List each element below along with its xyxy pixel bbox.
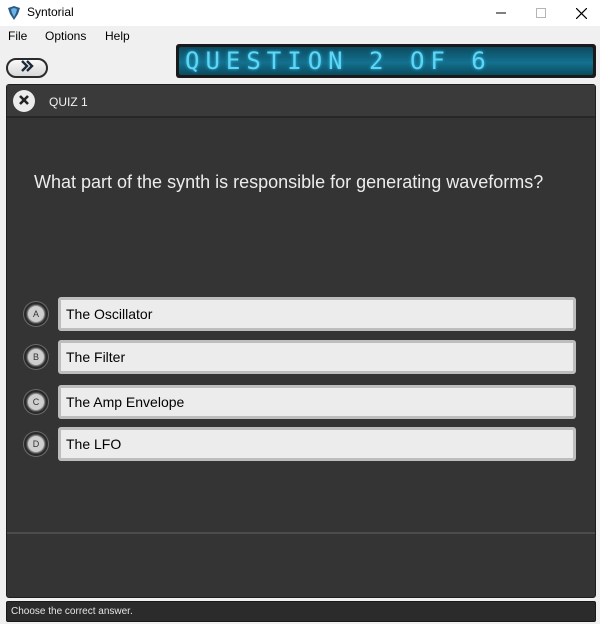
answer-option-a[interactable]: A The Oscillator xyxy=(24,297,580,333)
question-counter-display: QUESTION 2 OF 6 xyxy=(176,44,596,78)
double-chevron-right-icon xyxy=(19,59,35,77)
answer-option-b[interactable]: B The Filter xyxy=(24,340,580,376)
option-letter-badge[interactable]: C xyxy=(24,390,48,414)
close-quiz-button[interactable] xyxy=(13,90,35,112)
quiz-header: QUIZ 1 xyxy=(7,85,595,118)
answer-button-b[interactable]: The Filter xyxy=(58,340,576,374)
question-text: What part of the synth is responsible fo… xyxy=(34,172,544,192)
quiz-title: QUIZ 1 xyxy=(49,95,88,109)
menu-bar: File Options Help xyxy=(0,26,600,46)
title-bar: Syntorial xyxy=(0,0,600,26)
option-letter-badge[interactable]: B xyxy=(24,345,48,369)
answer-button-a[interactable]: The Oscillator xyxy=(58,297,576,331)
quiz-panel: QUIZ 1 What part of the synth is respons… xyxy=(6,84,596,598)
answer-option-c[interactable]: C The Amp Envelope xyxy=(24,385,580,421)
window-title: Syntorial xyxy=(27,5,74,19)
option-letter-badge[interactable]: A xyxy=(24,302,48,326)
close-x-icon xyxy=(19,92,29,110)
option-letter-a: A xyxy=(27,305,45,323)
panel-divider xyxy=(7,532,595,534)
option-letter-d: D xyxy=(27,435,45,453)
app-logo-icon xyxy=(6,5,22,21)
status-bar: Choose the correct answer. xyxy=(6,601,596,622)
close-window-button[interactable] xyxy=(558,0,600,26)
menu-help[interactable]: Help xyxy=(105,29,130,43)
status-text: Choose the correct answer. xyxy=(11,606,133,617)
option-letter-b: B xyxy=(27,348,45,366)
option-letter-badge[interactable]: D xyxy=(24,432,48,456)
next-button[interactable] xyxy=(6,58,48,78)
answer-button-c[interactable]: The Amp Envelope xyxy=(58,385,576,419)
menu-options[interactable]: Options xyxy=(45,29,86,43)
question-counter-text: QUESTION 2 OF 6 xyxy=(179,47,593,75)
menu-file[interactable]: File xyxy=(8,29,27,43)
answer-button-d[interactable]: The LFO xyxy=(58,427,576,461)
option-letter-c: C xyxy=(27,393,45,411)
answer-option-d[interactable]: D The LFO xyxy=(24,427,580,463)
